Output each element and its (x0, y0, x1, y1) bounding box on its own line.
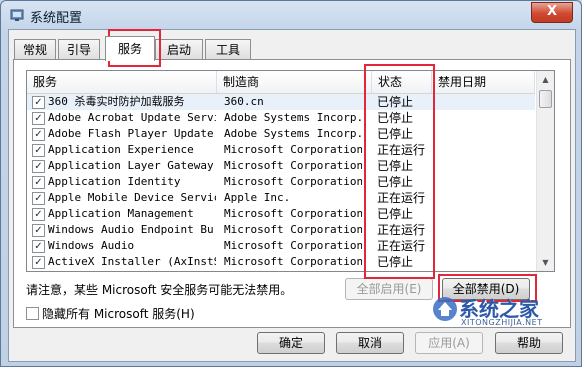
table-row[interactable]: ✓ Windows Audio Microsoft Corporation 正在… (27, 238, 535, 254)
help-button[interactable]: 帮助 (495, 332, 563, 354)
service-manufacturer: Microsoft Corporation (224, 175, 362, 188)
service-manufacturer: 360.cn (224, 95, 264, 108)
service-manufacturer: Microsoft Corporation (224, 143, 362, 156)
service-manufacturer: Microsoft Corporation (224, 223, 362, 236)
service-status: 已停止 (377, 127, 414, 141)
scroll-thumb[interactable] (539, 90, 552, 108)
service-name: Application Layer Gateway... (48, 159, 216, 172)
tab-boot[interactable]: 引导 (58, 39, 100, 60)
table-row[interactable]: ✓ ActiveX Installer (AxInstSV) Microsoft… (27, 254, 535, 270)
service-manufacturer: Microsoft Corporation (224, 207, 362, 220)
column-header-manufacturer[interactable]: 制造商 (217, 71, 372, 93)
security-note: 请注意，某些 Microsoft 安全服务可能无法禁用。 (26, 283, 293, 297)
service-status: 已停止 (377, 175, 414, 189)
scroll-up-icon[interactable]: ▲ (537, 71, 554, 88)
service-manufacturer: Microsoft Corporation (224, 159, 362, 172)
service-status: 正在运行 (377, 223, 426, 237)
service-checkbox[interactable]: ✓ (32, 224, 45, 237)
close-button[interactable]: X (531, 2, 573, 23)
column-header-service[interactable]: 服务 (27, 71, 217, 93)
tab-services[interactable]: 服务 (105, 36, 155, 61)
table-row[interactable]: ✓ Application Identity Microsoft Corpora… (27, 174, 535, 190)
service-checkbox[interactable]: ✓ (32, 240, 45, 253)
services-panel: 服务 制造商 状态 禁用日期 ✓ 360 杀毒实时防护加载服务 360.cn 已… (13, 59, 571, 328)
service-name: Application Experience (48, 143, 194, 156)
system-config-window: 系统配置 X 常规 引导 服务 启动 工具 服务 制造商 状态 禁用日期 ✓ 3… (0, 0, 582, 367)
service-name: Apple Mobile Device Service (48, 191, 216, 204)
service-manufacturer: Adobe Systems Incorp... (224, 111, 362, 124)
service-checkbox[interactable]: ✓ (32, 144, 45, 157)
table-row[interactable]: ✓ Application Management Microsoft Corpo… (27, 206, 535, 222)
service-status: 已停止 (377, 159, 414, 173)
column-header-disable-date[interactable]: 禁用日期 (432, 71, 535, 93)
service-checkbox[interactable]: ✓ (32, 112, 45, 125)
cancel-button[interactable]: 取消 (336, 332, 404, 354)
service-manufacturer: Microsoft Corporation (224, 255, 362, 268)
service-checkbox[interactable]: ✓ (32, 192, 45, 205)
service-manufacturer: Apple Inc. (224, 191, 291, 204)
list-header: 服务 制造商 状态 禁用日期 (27, 71, 535, 94)
service-status: 正在运行 (377, 143, 426, 157)
close-icon: X (546, 4, 558, 19)
service-status: 正在运行 (377, 191, 426, 205)
table-row[interactable]: ✓ 360 杀毒实时防护加载服务 360.cn 已停止 (27, 94, 535, 110)
disable-all-button[interactable]: 全部禁用(D) (442, 278, 530, 300)
column-header-status[interactable]: 状态 (372, 71, 432, 93)
service-checkbox[interactable]: ✓ (32, 256, 45, 269)
scroll-down-icon[interactable]: ▼ (537, 254, 554, 271)
ok-button[interactable]: 确定 (257, 332, 325, 354)
service-status: 已停止 (377, 255, 414, 269)
hide-ms-services-label: 隐藏所有 Microsoft 服务(H) (42, 307, 195, 321)
tab-general[interactable]: 常规 (14, 39, 56, 60)
service-checkbox[interactable]: ✓ (32, 128, 45, 141)
enable-all-button[interactable]: 全部启用(E) (345, 278, 433, 300)
tab-startup[interactable]: 启动 (155, 39, 203, 60)
table-row[interactable]: ✓ Windows Audio Endpoint Bu... Microsoft… (27, 222, 535, 238)
table-row[interactable]: ✓ Application Experience Microsoft Corpo… (27, 142, 535, 158)
service-status: 已停止 (377, 95, 414, 109)
service-manufacturer: Microsoft Corporation (224, 239, 362, 252)
apply-button[interactable]: 应用(A) (415, 332, 483, 354)
hide-ms-services-checkbox[interactable] (26, 307, 39, 320)
service-name: Application Management (48, 207, 194, 220)
table-row[interactable]: ✓ Apple Mobile Device Service Apple Inc.… (27, 190, 535, 206)
service-checkbox[interactable]: ✓ (32, 208, 45, 221)
service-name: ActiveX Installer (AxInstSV) (48, 255, 216, 268)
service-checkbox[interactable]: ✓ (32, 96, 45, 109)
dialog-client-area: 常规 引导 服务 启动 工具 服务 制造商 状态 禁用日期 ✓ 360 杀毒实时… (8, 29, 576, 362)
table-row[interactable]: ✓ Adobe Flash Player Update... Adobe Sys… (27, 126, 535, 142)
table-row[interactable]: ✓ Adobe Acrobat Update Service Adobe Sys… (27, 110, 535, 126)
table-row[interactable]: ✓ Application Layer Gateway... Microsoft… (27, 158, 535, 174)
system-config-icon (10, 9, 24, 21)
service-name: 360 杀毒实时防护加载服务 (48, 95, 185, 108)
services-list[interactable]: 服务 制造商 状态 禁用日期 ✓ 360 杀毒实时防护加载服务 360.cn 已… (26, 70, 555, 272)
service-checkbox[interactable]: ✓ (32, 176, 45, 189)
service-name: Windows Audio (48, 239, 135, 252)
service-rows: ✓ 360 杀毒实时防护加载服务 360.cn 已停止 ✓ Adobe Acro… (27, 94, 535, 270)
service-status: 正在运行 (377, 239, 426, 253)
service-name: Application Identity (48, 175, 181, 188)
vertical-scrollbar[interactable]: ▲ ▼ (536, 71, 554, 271)
tab-tools[interactable]: 工具 (205, 39, 251, 60)
title-bar[interactable]: 系统配置 X (1, 1, 581, 29)
service-status: 已停止 (377, 207, 414, 221)
window-title: 系统配置 (30, 11, 83, 26)
service-status: 已停止 (377, 111, 414, 125)
service-name: Adobe Acrobat Update Service (48, 111, 216, 124)
service-checkbox[interactable]: ✓ (32, 160, 45, 173)
service-manufacturer: Adobe Systems Incorp... (224, 127, 362, 140)
service-name: Windows Audio Endpoint Bu... (48, 223, 216, 236)
service-name: Adobe Flash Player Update... (48, 127, 216, 140)
